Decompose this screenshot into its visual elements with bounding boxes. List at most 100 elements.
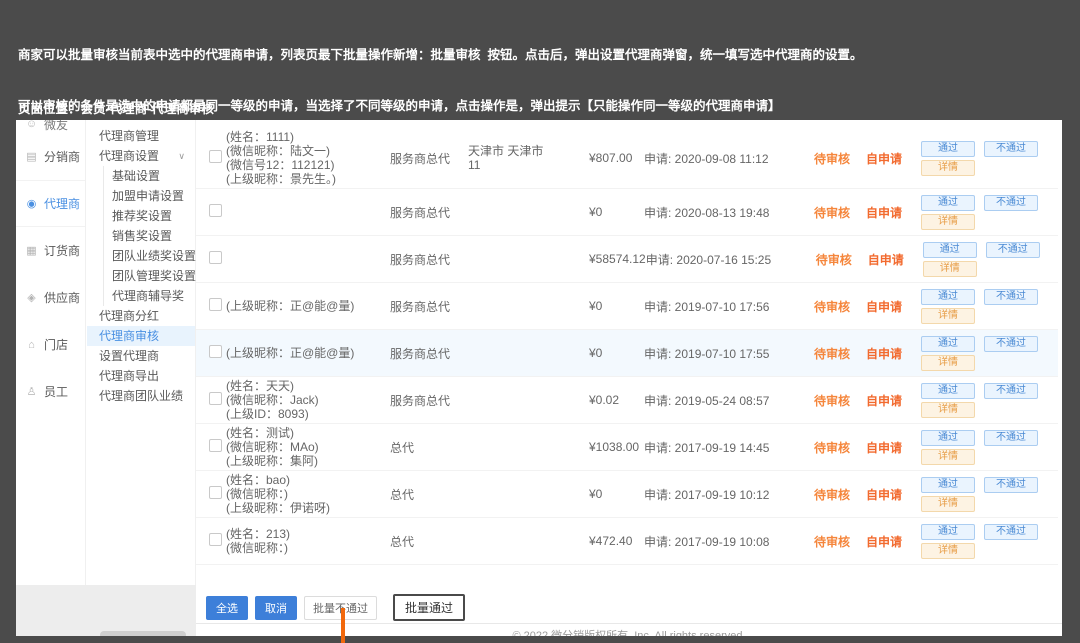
submenu-item-label: 团队业绩奖设置 [112, 246, 196, 266]
approve-button[interactable]: 通过 [921, 477, 975, 493]
row-checkbox-cell [196, 392, 226, 408]
sidebar-item-代理商[interactable]: ◉代理商 [16, 180, 85, 227]
sidebar-item-label: 订货商 [44, 242, 80, 259]
submenu-item-代理商设置[interactable]: 代理商设置∨ [87, 146, 195, 166]
detail-button[interactable]: 详情 [921, 160, 975, 176]
detail-button[interactable]: 详情 [923, 261, 977, 277]
row-checkbox-cell [196, 345, 226, 361]
row-checkbox[interactable] [209, 204, 222, 217]
reject-button[interactable]: 不通过 [984, 477, 1038, 493]
row-actions-cell: 通过不通过详情 [921, 286, 1058, 327]
apply-type-badge: 自申请 [866, 298, 921, 315]
row-actions-cell: 通过不通过详情 [921, 333, 1058, 374]
approve-button[interactable]: 通过 [921, 336, 975, 352]
status-badge: 待审核 [814, 298, 866, 315]
approve-button[interactable]: 通过 [921, 141, 975, 157]
amount-cell: ¥0 [589, 205, 644, 219]
reject-button[interactable]: 不通过 [984, 195, 1038, 211]
sidebar-item-label: 分销商 [44, 148, 80, 165]
sidebar-primary: ☺微友▤分销商◉代理商▦订货商◈供应商⌂门店♙员工 [16, 120, 86, 636]
admin-app-window: ☺微友▤分销商◉代理商▦订货商◈供应商⌂门店♙员工 代理商管理代理商设置∨基础设… [16, 120, 1062, 636]
submenu-item-label: 加盟申请设置 [112, 186, 184, 206]
detail-button[interactable]: 详情 [921, 355, 975, 371]
apply-time-cell: 申请: 2020-08-13 19:48 [644, 204, 814, 221]
approve-button[interactable]: 通过 [921, 289, 975, 305]
sidebar-item-供应商[interactable]: ◈供应商 [16, 274, 85, 321]
chevron-down-icon: ∨ [178, 146, 185, 166]
detail-button[interactable]: 详情 [921, 308, 975, 324]
row-checkbox[interactable] [209, 251, 222, 264]
detail-button[interactable]: 详情 [921, 449, 975, 465]
applicant-info-cell: (姓名：天天)(微信昵称：Jack)(上级ID：8093) [226, 379, 390, 421]
submenu-item-代理商审核[interactable]: 代理商审核 [87, 326, 195, 346]
row-checkbox[interactable] [209, 298, 222, 311]
submenu-item-label: 基础设置 [112, 166, 160, 186]
sidebar-item-label: 代理商 [44, 195, 80, 212]
table-row: 服务商总代¥58574.12申请: 2020-07-16 15:25待审核自申请… [196, 236, 1058, 283]
sidebar-item-门店[interactable]: ⌂门店 [16, 321, 85, 368]
reject-button[interactable]: 不通过 [986, 242, 1040, 258]
detail-button[interactable]: 详情 [921, 496, 975, 512]
reject-button[interactable]: 不通过 [984, 524, 1038, 540]
row-checkbox[interactable] [209, 439, 222, 452]
status-badge: 待审核 [814, 533, 866, 550]
row-checkbox[interactable] [209, 533, 222, 546]
horizontal-scrollbar-thumb[interactable] [100, 631, 186, 636]
approve-button[interactable]: 通过 [921, 383, 975, 399]
apply-type-badge: 自申请 [866, 533, 921, 550]
applicant-info-cell: (姓名：bao)(微信昵称：)(上级昵称：伊诺呀) [226, 473, 390, 515]
applicant-info-line: (微信昵称：) [226, 487, 390, 501]
detail-button[interactable]: 详情 [921, 543, 975, 559]
table-row: (姓名：天天)(微信昵称：Jack)(上级ID：8093)服务商总代¥0.02申… [196, 377, 1058, 424]
applicant-info-line: (姓名：天天) [226, 379, 390, 393]
sidebar-item-微友[interactable]: ☺微友 [16, 120, 85, 133]
reject-button[interactable]: 不通过 [984, 141, 1038, 157]
agent-level-cell: 服务商总代 [390, 204, 468, 221]
batch-approve-button[interactable]: 批量通过 [393, 594, 465, 621]
sidebar-item-订货商[interactable]: ▦订货商 [16, 227, 85, 274]
row-actions-cell: 通过不通过详情 [921, 192, 1058, 233]
page-location: 页面位置：会员-代理商-代理商审核 [18, 98, 214, 117]
cancel-button[interactable]: 取消 [255, 596, 297, 620]
applicant-info-line: (上级昵称：景先生。) [226, 172, 390, 186]
submenu-item-设置代理商[interactable]: 设置代理商 [87, 346, 195, 366]
applicant-info-line: (姓名：213) [226, 527, 390, 541]
table-row: (姓名：bao)(微信昵称：)(上级昵称：伊诺呀)总代¥0申请: 2017-09… [196, 471, 1058, 518]
table-rows: (姓名：1111)(微信昵称：陆文一)(微信号12：112121)(上级昵称：景… [196, 128, 1058, 565]
row-checkbox[interactable] [209, 345, 222, 358]
row-actions-cell: 通过不通过详情 [923, 239, 1058, 280]
sidebar-item-员工[interactable]: ♙员工 [16, 368, 85, 415]
reject-button[interactable]: 不通过 [984, 383, 1038, 399]
submenu-item-label: 代理商管理 [99, 126, 159, 146]
approve-button[interactable]: 通过 [921, 524, 975, 540]
approve-button[interactable]: 通过 [921, 195, 975, 211]
submenu-item-代理商管理[interactable]: 代理商管理 [87, 126, 195, 146]
row-actions-cell: 通过不通过详情 [921, 380, 1058, 421]
amount-cell: ¥472.40 [589, 534, 644, 548]
row-actions-cell: 通过不通过详情 [921, 474, 1058, 515]
submenu-item-代理商分红[interactable]: 代理商分红 [87, 306, 195, 326]
sidebar-item-分销商[interactable]: ▤分销商 [16, 133, 85, 180]
detail-button[interactable]: 详情 [921, 402, 975, 418]
applicant-info-line: (上级昵称：正@能@量) [226, 346, 390, 360]
select-all-button[interactable]: 全选 [206, 596, 248, 620]
agent-level-cell: 服务商总代 [390, 251, 468, 268]
reject-button[interactable]: 不通过 [984, 336, 1038, 352]
region-cell: 天津市 天津市 11 [468, 144, 589, 172]
approve-button[interactable]: 通过 [921, 430, 975, 446]
row-checkbox[interactable] [209, 486, 222, 499]
amount-cell: ¥1038.00 [589, 440, 644, 454]
row-checkbox[interactable] [209, 392, 222, 405]
approve-button[interactable]: 通过 [923, 242, 977, 258]
status-badge: 待审核 [814, 486, 866, 503]
applicant-info-line: (微信号12：112121) [226, 158, 390, 172]
row-checkbox[interactable] [209, 150, 222, 163]
submenu-item-代理商导出[interactable]: 代理商导出 [87, 366, 195, 386]
submenu-item-代理商团队业绩[interactable]: 代理商团队业绩 [87, 386, 195, 406]
row-checkbox-cell [196, 251, 226, 267]
sidebar-item-label: 供应商 [44, 289, 80, 306]
submenu-item-label: 设置代理商 [99, 346, 159, 366]
detail-button[interactable]: 详情 [921, 214, 975, 230]
reject-button[interactable]: 不通过 [984, 430, 1038, 446]
reject-button[interactable]: 不通过 [984, 289, 1038, 305]
